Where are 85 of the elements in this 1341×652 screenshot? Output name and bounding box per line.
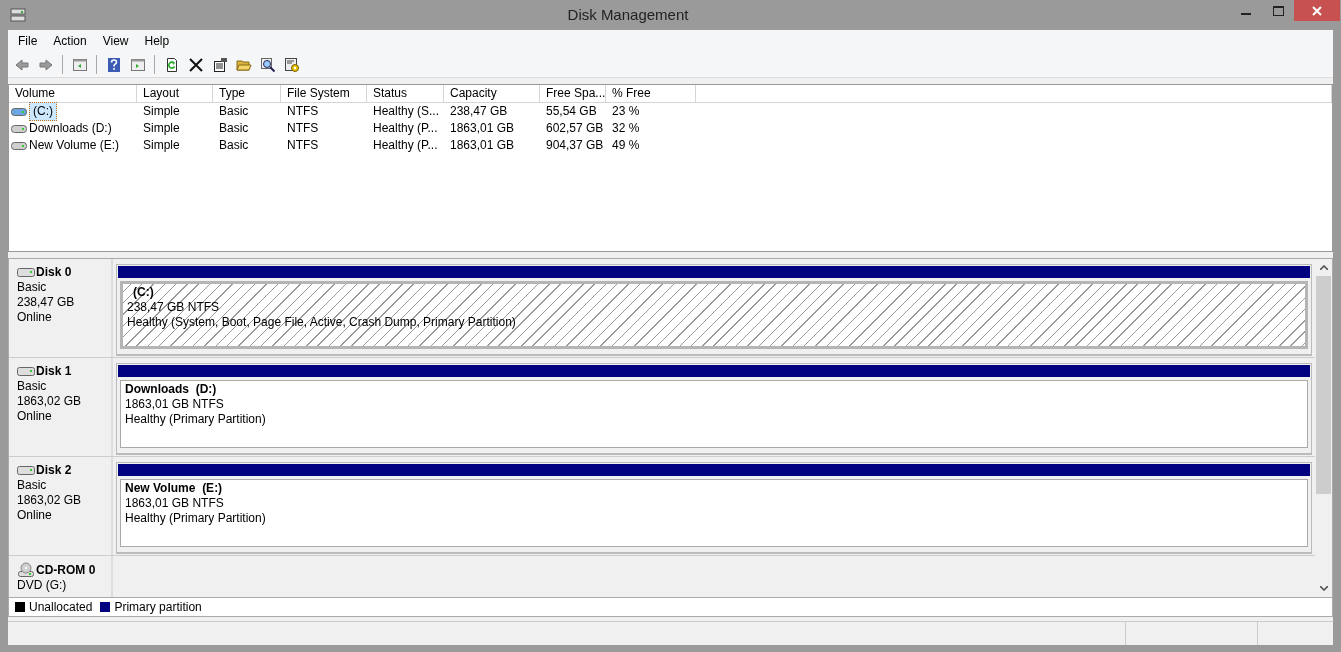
disk-name: Disk 2 [36, 463, 72, 478]
drive-icon [11, 141, 27, 150]
maximize-icon[interactable] [1272, 5, 1284, 16]
column-header[interactable]: Status [367, 85, 444, 103]
partition[interactable]: Downloads (D:) 1863,01 GB NTFS Healthy (Primary Partition) [120, 380, 1308, 448]
partition-status: Healthy (Primary Partition) [125, 412, 267, 427]
partition-label: (C:) [132, 285, 155, 300]
close-icon[interactable] [1312, 5, 1322, 16]
disk-info: DVD (G:) [17, 578, 68, 593]
cd-drive-icon [17, 562, 35, 578]
disk-name: Disk 0 [36, 265, 72, 280]
legend-label: Unallocated [29, 599, 93, 616]
table-cell-text: Simple [142, 120, 181, 137]
menu-item[interactable]: File [10, 32, 46, 50]
scroll-down-icon[interactable] [1319, 586, 1328, 591]
column-header[interactable]: % Free [606, 85, 696, 103]
table-cell-text: 238,47 GB [449, 103, 509, 120]
forward-arrow-icon[interactable] [37, 56, 54, 73]
column-header[interactable]: Free Spa... [540, 85, 606, 103]
column-header[interactable]: Type [213, 85, 281, 103]
partition-status: Healthy (System, Boot, Page File, Active, Crash Dump, Primary Partition) [127, 315, 517, 330]
help-icon[interactable] [105, 56, 122, 73]
table-cell-text: 904,37 GB [545, 137, 605, 154]
delete-icon[interactable] [187, 56, 204, 73]
table-cell-text: Healthy (S... [372, 103, 441, 120]
drive-icon [11, 107, 27, 116]
table-cell[interactable]: (C:) [29, 102, 57, 121]
partition[interactable]: (C:) 238,47 GB NTFS Healthy (System, Boot, Page File, Active, Crash Dump, Primary Partition) [120, 281, 1308, 349]
partition-size: 1863,01 GB NTFS [125, 496, 225, 511]
table-cell-text: 1863,01 GB [449, 120, 516, 137]
menu-item[interactable]: Help [136, 32, 178, 50]
table-cell-text: Simple [142, 103, 181, 120]
column-header[interactable]: Volume [9, 85, 137, 103]
app-icon [10, 7, 26, 23]
close-button[interactable] [1294, 0, 1340, 21]
table-cell-text: NTFS [286, 120, 320, 137]
table-cell-text: NTFS [286, 103, 320, 120]
table-cell-text: 32 % [611, 120, 641, 137]
menu-item[interactable]: Action [45, 32, 95, 50]
table-cell[interactable]: Downloads (D:) [29, 120, 112, 137]
scroll-thumb[interactable] [1316, 276, 1331, 494]
partition-label: Downloads (D:) [125, 382, 218, 397]
partition-label: New Volume (E:) [125, 481, 224, 496]
table-cell-text: Basic [218, 103, 250, 120]
table-cell-text: 55,54 GB [545, 103, 598, 120]
disk-name: Disk 1 [36, 364, 72, 379]
table-cell-text: 602,57 GB [545, 120, 605, 137]
magnifier-icon[interactable] [259, 56, 276, 73]
table-cell-text: Healthy (P... [372, 120, 439, 137]
column-header[interactable]: Layout [137, 85, 213, 103]
disk-info: Basic [17, 379, 48, 394]
disk-info: Online [17, 409, 53, 424]
panel-icon[interactable] [129, 56, 146, 73]
disk-info: Online [17, 310, 53, 325]
drive-icon [11, 124, 27, 133]
back-arrow-icon[interactable] [13, 56, 30, 73]
disk-info: Basic [17, 478, 48, 493]
disk-info: 1863,02 GB [17, 493, 83, 508]
partition[interactable]: New Volume (E:) 1863,01 GB NTFS Healthy (Primary Partition) [120, 479, 1308, 547]
window-title: Disk Management [566, 4, 690, 25]
column-header[interactable]: File System [281, 85, 367, 103]
column-header[interactable]: Capacity [444, 85, 540, 103]
disk-info: Online [17, 508, 53, 523]
table-cell-text: Healthy (P... [372, 137, 439, 154]
properties-icon[interactable] [211, 56, 228, 73]
table-cell-text: Simple [142, 137, 181, 154]
table-cell-text: NTFS [286, 137, 320, 154]
table-cell[interactable]: New Volume (E:) [29, 137, 120, 154]
menu-item[interactable]: View [94, 32, 137, 50]
scroll-up-icon[interactable] [1319, 265, 1328, 270]
disk-info: 238,47 GB [17, 295, 76, 310]
disk-info: 1863,02 GB [17, 394, 83, 409]
disk-name: CD-ROM 0 [36, 562, 96, 578]
legend-label: Primary partition [114, 599, 202, 616]
table-cell-text: 49 % [611, 137, 641, 154]
partition-size: 1863,01 GB NTFS [125, 397, 225, 412]
partition-size: 238,47 GB NTFS [127, 300, 221, 315]
table-cell-text: Basic [218, 120, 250, 137]
table-cell-text: 23 % [611, 103, 641, 120]
table-cell-text: Basic [218, 137, 250, 154]
settings-icon[interactable] [283, 56, 300, 73]
panel-icon[interactable] [71, 56, 88, 73]
table-cell-text: 1863,01 GB [449, 137, 516, 154]
disk-info: Basic [17, 280, 48, 295]
partition-status: Healthy (Primary Partition) [125, 511, 267, 526]
